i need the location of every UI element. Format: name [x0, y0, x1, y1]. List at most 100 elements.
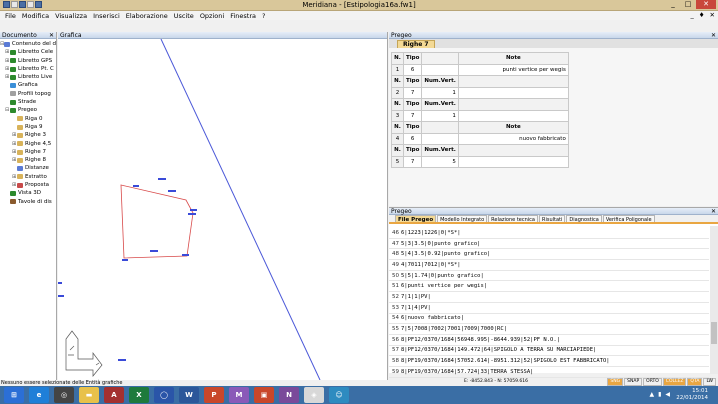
menu-inserisci[interactable]: Inserisci [93, 12, 120, 20]
tab-risultati[interactable]: Risultati [538, 215, 566, 223]
menu-finestra[interactable]: Finestra [230, 12, 256, 20]
point-label[interactable] [168, 190, 176, 192]
file-line[interactable]: 50 5|5|1.74|0|punto grafico| [389, 271, 709, 282]
file-line[interactable]: 57 8|PF12/0370/1684|149.472|64|SPIGOLO A … [389, 346, 709, 357]
tree-node[interactable]: ⊞ Libretto GPS [0, 57, 56, 65]
table-cell[interactable]: 1 [421, 86, 459, 99]
table-cell[interactable]: nuovo fabbricato [457, 132, 569, 145]
table-row[interactable]: 271 [391, 86, 569, 99]
scrollbar-thumb[interactable] [711, 322, 717, 344]
prospect-panel-close-icon[interactable]: ✕ [711, 32, 716, 39]
line-text[interactable]: 8|PF19/0370/1684|57052.614|-8951.312|52|… [401, 358, 610, 364]
table-row[interactable]: 4 6 nuovo fabbricato [391, 132, 569, 145]
file-line[interactable]: 47 5|3|3.5|0|punto grafico| [389, 239, 709, 250]
mdi-close-button[interactable]: ✕ [710, 11, 715, 19]
taskbar-app-icon[interactable]: ▬ [79, 387, 99, 403]
mode-toggle-orto[interactable]: ORTO [643, 378, 662, 386]
table-cell[interactable]: 3 [391, 109, 404, 122]
point-label[interactable] [122, 259, 128, 261]
tree-node[interactable]: ⊞ Estratto [0, 173, 56, 181]
table-cell[interactable] [421, 63, 459, 76]
mode-toggle-sng[interactable]: SNG [607, 378, 624, 386]
tree-node[interactable]: ⊞ Righe 7 [0, 148, 56, 156]
line-text[interactable]: 8|PF12/0370/1684|149.472|64|SPIGOLO A TE… [401, 347, 596, 353]
tab-modello-integrato[interactable]: Modello Integrato [437, 215, 488, 223]
file-line[interactable]: 49 4|7011|7012|0|*S*| [389, 260, 709, 271]
mode-toggle-qta[interactable]: QTA [687, 378, 703, 386]
tab-diagnostica[interactable]: Diagnostica [566, 215, 602, 223]
point-label[interactable] [133, 185, 139, 187]
taskbar-app-icon[interactable]: P [204, 387, 224, 403]
taskbar-app-icon[interactable]: ◈ [304, 387, 324, 403]
taskbar-app-icon[interactable]: ▣ [254, 387, 274, 403]
file-line[interactable]: 53 7|1|4|PV| [389, 303, 709, 314]
table-cell[interactable] [457, 155, 569, 168]
file-line[interactable]: 46 6|1223|1226|0|*S*| [389, 228, 709, 239]
table-cell[interactable]: 6 [402, 63, 423, 76]
menu-help[interactable]: ? [262, 12, 265, 20]
table-cell[interactable] [421, 132, 459, 145]
volume-icon[interactable]: ◀ [665, 391, 670, 398]
tree-node[interactable]: Strade [0, 98, 56, 106]
point-label[interactable] [58, 295, 64, 297]
taskbar-app-icon[interactable]: ◎ [54, 387, 74, 403]
line-text[interactable]: 6|nuovo fabbricato| [401, 315, 464, 321]
point-label[interactable] [118, 359, 126, 361]
file-line[interactable]: 54 6|nuovo fabbricato| [389, 314, 709, 325]
tab-righe-7[interactable]: Righe 7 [397, 40, 435, 48]
table-cell[interactable]: 7 [402, 155, 423, 168]
file-panel-close-icon[interactable]: ✕ [711, 208, 716, 215]
file-line[interactable]: 51 6|punti vertice per wegis| [389, 281, 709, 293]
line-text[interactable]: 6|punti vertice per wegis| [401, 283, 487, 289]
taskbar-app-icon[interactable]: M [229, 387, 249, 403]
taskbar-app-icon[interactable]: N [279, 387, 299, 403]
tree-node[interactable]: ⊞ Libretto Pt. C [0, 65, 56, 73]
mode-toggle-lw[interactable]: LW [703, 378, 716, 386]
mdi-restore-button[interactable]: ♦ [699, 11, 705, 19]
tab-verifica-poligonale[interactable]: Verifica Poligonale [602, 215, 655, 223]
taskbar-app-icon[interactable]: ◯ [154, 387, 174, 403]
mdi-minimize-button[interactable]: _ [690, 11, 693, 19]
tab-relazione-tecnica[interactable]: Relazione tecnica [488, 215, 538, 223]
point-label[interactable] [190, 209, 197, 211]
file-line[interactable]: 48 5|4|3.5|0.92|punto grafico| [389, 249, 709, 261]
table-cell[interactable] [457, 109, 569, 122]
table-cell[interactable]: 1 [421, 109, 459, 122]
point-label[interactable] [182, 254, 189, 256]
table-cell[interactable]: punti vertice per wegis [457, 63, 569, 76]
graphics-panel[interactable]: Grafica [58, 32, 388, 380]
table-cell[interactable]: 7 [402, 109, 423, 122]
file-line[interactable]: 56 8|PF12/0370/1684|56948.995|-8644.939|5… [389, 335, 709, 346]
menu-uscite[interactable]: Uscite [174, 12, 194, 20]
file-line[interactable]: 55 7|5|7008|7002|7001|7009|7000|RC| [389, 324, 709, 335]
boundary-line[interactable] [160, 39, 321, 380]
table-row[interactable]: 575 [391, 155, 569, 168]
menu-file[interactable]: File [5, 12, 16, 20]
tree-node[interactable]: ⊟ Pregeo [0, 106, 56, 114]
tree-node[interactable]: Vista 3D [0, 189, 56, 197]
close-button[interactable]: ✕ [696, 0, 716, 9]
table-cell[interactable]: 7 [402, 86, 423, 99]
file-line[interactable]: 58 8|PF19/0370/1684|57052.614|-8951.312|5… [389, 356, 709, 367]
tray-up-icon[interactable]: ▲ [649, 391, 654, 398]
table-cell[interactable]: 4 [391, 132, 404, 145]
point-label[interactable] [158, 178, 166, 180]
tree-node[interactable]: Distanze [0, 164, 56, 172]
tree-node[interactable]: Riga 0 [0, 115, 56, 123]
point-label[interactable] [58, 282, 62, 284]
tree-node[interactable]: Grafica [0, 81, 56, 89]
menu-visualizza[interactable]: Visualizza [55, 12, 87, 20]
point-label[interactable] [188, 213, 196, 215]
mode-toggle-snap[interactable]: SNAP [624, 378, 643, 386]
maximize-button[interactable]: □ [681, 0, 695, 9]
line-text[interactable]: 8|PF12/0370/1684|56948.995|-8644.939|52|… [401, 337, 560, 343]
document-panel-close-icon[interactable]: ✕ [49, 32, 54, 39]
line-text[interactable]: 7|5|7008|7002|7001|7009|7000|RC| [401, 326, 507, 332]
line-text[interactable]: 8|PF19/0370/1684|57.724|33|TERRA STESSA| [401, 369, 533, 375]
table-cell[interactable]: 6 [402, 132, 423, 145]
line-text[interactable]: 7|1|1|PV| [401, 294, 431, 300]
point-label[interactable] [150, 250, 158, 252]
taskbar-clock[interactable]: 15:01 22/01/2014 [676, 388, 708, 402]
line-text[interactable]: 5|5|1.74|0|punto grafico| [401, 273, 484, 279]
tree-node[interactable]: ⊞ Libretto Live [0, 73, 56, 81]
